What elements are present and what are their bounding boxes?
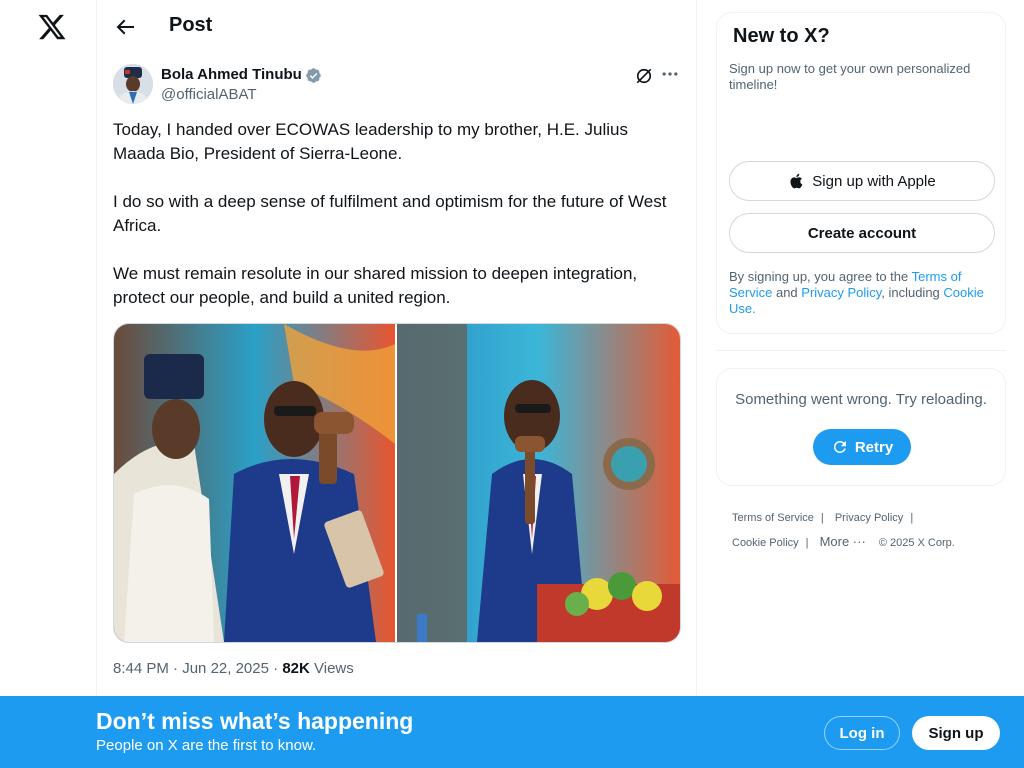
footer-more-button[interactable]: More ··· bbox=[820, 534, 866, 549]
tweet-date[interactable]: Jun 22, 2025 bbox=[182, 660, 269, 677]
tweet-time[interactable]: 8:44 PM bbox=[113, 660, 169, 677]
footer-cookie-link[interactable]: Cookie Policy bbox=[732, 537, 799, 549]
tweet-text: Today, I handed over ECOWAS leadership t… bbox=[113, 118, 679, 334]
meta-separator: · bbox=[273, 660, 279, 677]
views-count: 82K bbox=[282, 660, 310, 677]
sign-up-with-apple-button[interactable]: Sign up with Apple bbox=[729, 161, 995, 201]
tweet-paragraph: Today, I handed over ECOWAS leadership t… bbox=[113, 120, 628, 163]
sidebar-divider bbox=[716, 350, 1006, 351]
meta-separator: · bbox=[173, 660, 179, 677]
retry-label: Retry bbox=[854, 438, 894, 456]
apple-icon bbox=[790, 173, 803, 189]
signup-button[interactable]: Sign up bbox=[912, 716, 1000, 750]
bottom-bar-title: Don’t miss what’s happening bbox=[96, 708, 414, 734]
footer-privacy-link[interactable]: Privacy Policy bbox=[835, 512, 903, 524]
photo-image bbox=[397, 324, 680, 642]
avatar[interactable] bbox=[113, 64, 153, 104]
left-rail bbox=[0, 0, 96, 768]
footer-separator: | bbox=[910, 512, 914, 524]
verified-badge-icon bbox=[306, 68, 321, 83]
back-arrow-icon[interactable] bbox=[113, 15, 137, 39]
terms-prefix: By signing up, you agree to the bbox=[729, 269, 912, 284]
views-label: Views bbox=[314, 660, 354, 677]
footer-terms-link[interactable]: Terms of Service bbox=[732, 512, 814, 524]
page-title: Post bbox=[169, 14, 213, 36]
footer-separator: | bbox=[820, 512, 824, 524]
footer-links: Terms of Service | Privacy Policy | Cookie… bbox=[732, 506, 1002, 555]
avatar-image bbox=[113, 64, 153, 104]
main-column: Post Bola Ahmed Tinubu @officialABAT Tod… bbox=[96, 0, 697, 768]
signup-title: New to X? bbox=[733, 25, 830, 47]
tweet-photo-2[interactable] bbox=[397, 324, 680, 642]
signup-subtitle: Sign up now to get your own personalized… bbox=[729, 61, 971, 92]
photo-image bbox=[114, 324, 395, 642]
tweet-paragraph: We must remain resolute in our shared mi… bbox=[113, 264, 638, 307]
terms-notice: By signing up, you agree to the Terms of… bbox=[729, 269, 993, 317]
tweet-paragraph: I do so with a deep sense of fulfilment … bbox=[113, 192, 667, 235]
author-name[interactable]: Bola Ahmed Tinubu bbox=[161, 66, 302, 83]
refresh-icon bbox=[833, 440, 846, 453]
top-bar: Post bbox=[97, 0, 696, 53]
bottom-signup-bar: Don’t miss what’s happening People on X … bbox=[0, 696, 1024, 768]
tweet-photo-1[interactable] bbox=[114, 324, 395, 642]
signup-box: New to X? Sign up now to get your own pe… bbox=[716, 12, 1006, 334]
error-box: Something went wrong. Try reloading. Ret… bbox=[716, 368, 1006, 486]
bottom-bar-subtitle: People on X are the first to know. bbox=[96, 737, 317, 754]
terms-including: , including bbox=[881, 285, 944, 300]
retry-button[interactable]: Retry bbox=[813, 429, 911, 465]
grok-icon[interactable] bbox=[634, 66, 654, 86]
tweet-media bbox=[113, 323, 681, 643]
more-options-icon[interactable] bbox=[660, 64, 680, 84]
privacy-policy-link[interactable]: Privacy Policy bbox=[801, 285, 881, 300]
login-button[interactable]: Log in bbox=[824, 716, 900, 750]
copyright: © 2025 X Corp. bbox=[878, 537, 955, 549]
x-logo-icon[interactable] bbox=[37, 12, 67, 42]
terms-and: and bbox=[772, 285, 802, 300]
error-message: Something went wrong. Try reloading. bbox=[735, 391, 987, 408]
tweet-meta: 8:44 PM · Jun 22, 2025 · 82K Views bbox=[113, 660, 354, 677]
author-handle[interactable]: @officialABAT bbox=[161, 86, 257, 103]
footer-separator: | bbox=[805, 537, 809, 549]
create-account-button[interactable]: Create account bbox=[729, 213, 995, 253]
apple-button-label: Sign up with Apple bbox=[812, 172, 936, 190]
